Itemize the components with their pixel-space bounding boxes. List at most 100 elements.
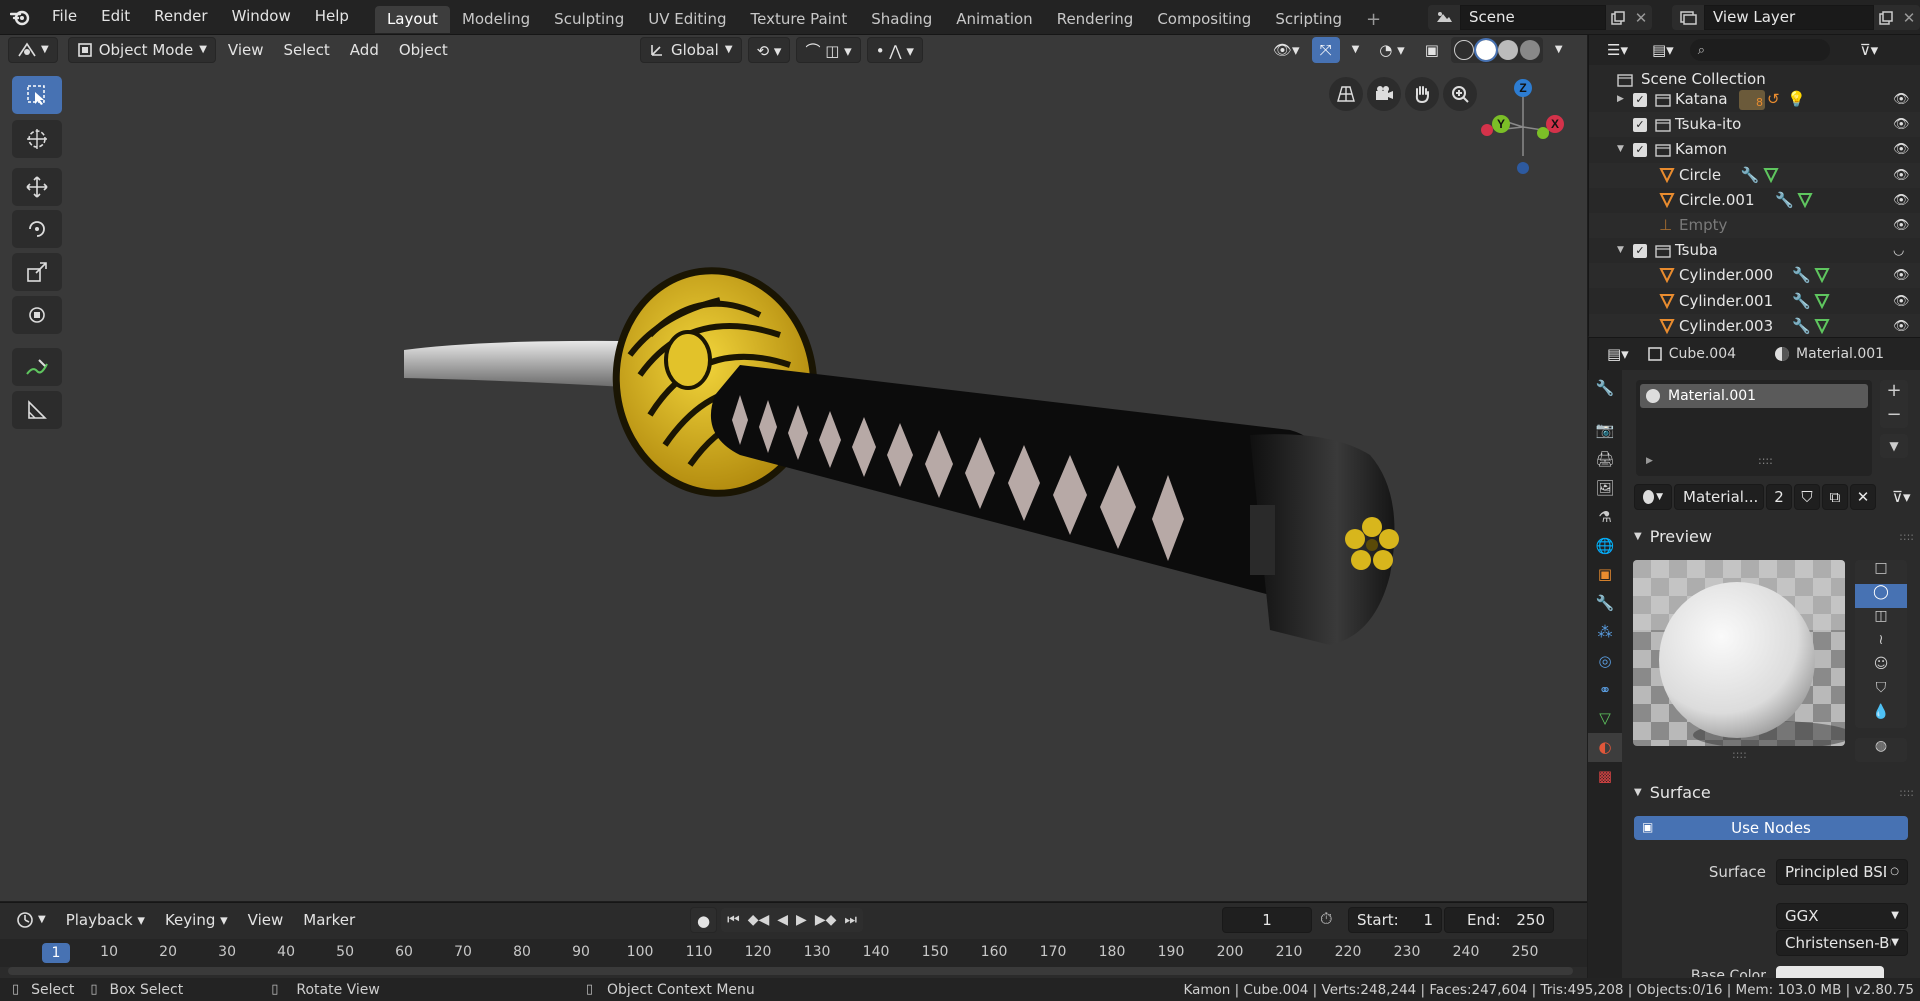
eye-icon[interactable]: 👁 <box>1893 137 1910 162</box>
add-workspace-button[interactable]: + <box>1354 6 1393 33</box>
properties-tab-object-icon[interactable]: ▣ <box>1588 560 1622 589</box>
3d-viewport[interactable] <box>0 35 1587 901</box>
properties-tab-render-icon[interactable]: 📷 <box>1588 416 1622 445</box>
timeline-menu-playback[interactable]: Playback ▾ <box>58 907 153 933</box>
viewport-menu-object[interactable]: Object <box>391 37 456 63</box>
use-nodes-button[interactable]: ▣ Use Nodes <box>1634 816 1908 840</box>
play-reverse-icon[interactable]: ◀ <box>777 912 788 928</box>
distribution-dropdown[interactable]: GGX ▼ <box>1776 903 1908 929</box>
eye-icon[interactable]: 👁 <box>1893 163 1910 188</box>
properties-tab-world-icon[interactable]: 🌐 <box>1588 531 1622 560</box>
material-slot-row[interactable]: Material.001 <box>1640 384 1868 408</box>
properties-tab-constraints-icon[interactable]: ⚭ <box>1588 675 1622 704</box>
outliner-editor-type-icon[interactable]: ☰▾ <box>1599 37 1636 63</box>
stopwatch-icon[interactable]: ⏱ <box>1320 909 1332 929</box>
scene-name-field[interactable]: Scene <box>1460 5 1606 30</box>
outliner-row-cylinder-003[interactable]: Cylinder.003 🔧 👁 <box>1589 313 1920 339</box>
viewport-menu-view[interactable]: View <box>220 37 272 63</box>
eye-icon[interactable]: 👁 <box>1893 112 1910 137</box>
modifier-wrench-icon[interactable]: 🔧 <box>1792 314 1811 339</box>
outliner-row-kamon[interactable]: ▼ ✓ Kamon 👁 <box>1589 137 1920 162</box>
tab-compositing[interactable]: Compositing <box>1145 6 1263 33</box>
outliner-row-katana[interactable]: ▶ ✓ Katana 8 ↺ 💡 👁 <box>1589 87 1920 112</box>
rendered-shading-icon[interactable] <box>1519 40 1540 60</box>
collection-visibility-checkbox[interactable]: ✓ <box>1633 93 1647 107</box>
mesh-data-icon[interactable] <box>1814 267 1830 284</box>
filter-icon[interactable]: ⊽▾ <box>1852 37 1887 63</box>
properties-tab-particles-icon[interactable]: ⁂ <box>1588 618 1622 647</box>
outliner-row-circle[interactable]: Circle 🔧 👁 <box>1589 162 1920 188</box>
camera-view-icon[interactable] <box>1367 77 1401 111</box>
snap-icon[interactable]: ⌒ ◫ ▾ <box>796 37 861 63</box>
preview-flat-icon[interactable]: □ <box>1855 560 1907 584</box>
measure-tool[interactable] <box>12 391 62 429</box>
properties-editor-type-icon[interactable]: ▤▾ <box>1599 341 1637 367</box>
material-users-count[interactable]: 2 <box>1766 484 1792 510</box>
cursor-tool[interactable] <box>12 120 62 158</box>
jump-start-icon[interactable]: ⏮ <box>727 912 740 928</box>
properties-tab-physics-icon[interactable]: ◎ <box>1588 646 1622 675</box>
scene-icon[interactable] <box>1428 5 1460 30</box>
disclosure-triangle-icon[interactable]: ▶ <box>1617 87 1624 112</box>
viewport-menu-select[interactable]: Select <box>276 37 338 63</box>
view-layer-field[interactable]: View Layer <box>1704 5 1874 30</box>
menu-file[interactable]: File <box>40 0 89 35</box>
timeline-menu-view[interactable]: View <box>240 907 292 933</box>
unlink-material-icon[interactable]: ✕ <box>1850 484 1876 510</box>
frame-ruler[interactable]: 1 10 20 30 40 50 60 70 80 90 100 110 120 130 140 150 160… <box>0 939 1587 967</box>
material-slot-list[interactable]: Material.001 ▶ :::: <box>1636 380 1872 476</box>
properties-tab-data-icon[interactable]: ▽ <box>1588 704 1622 733</box>
eye-icon[interactable]: 👁 <box>1893 263 1910 288</box>
subsurface-method-dropdown[interactable]: Christensen-Bu... ▼ <box>1776 930 1908 956</box>
new-view-layer-icon[interactable] <box>1874 5 1898 30</box>
preview-sphere-icon[interactable]: ◯ <box>1855 584 1907 608</box>
properties-tab-material-icon[interactable]: ◐ <box>1588 732 1622 762</box>
end-frame-field[interactable]: End: 250 <box>1444 907 1554 933</box>
record-icon[interactable]: ● <box>690 907 718 933</box>
jump-end-icon[interactable]: ⏭ <box>844 912 857 928</box>
new-scene-icon[interactable] <box>1606 5 1630 30</box>
modifier-wrench-icon[interactable]: 🔧 <box>1792 289 1811 314</box>
delete-scene-icon[interactable]: ✕ <box>1630 5 1652 30</box>
expand-arrow-icon[interactable]: ▶ <box>1646 456 1653 466</box>
menu-help[interactable]: Help <box>303 0 361 35</box>
remove-slot-icon[interactable]: − <box>1880 404 1908 428</box>
material-name-field[interactable]: Material... <box>1674 484 1764 510</box>
slot-menu-icon[interactable]: ▼ <box>1880 434 1908 458</box>
properties-tab-view-layer-icon[interactable]: 🖼 <box>1588 474 1622 503</box>
resize-handle-icon[interactable]: :::: <box>1758 454 1773 467</box>
tab-sculpting[interactable]: Sculpting <box>542 6 636 33</box>
outliner-row-cylinder-000[interactable]: Cylinder.000 🔧 👁 <box>1589 263 1920 289</box>
eye-icon[interactable]: 👁 <box>1893 289 1910 314</box>
surface-panel-header[interactable]: ▼ Surface :::: <box>1634 780 1914 804</box>
tab-rendering[interactable]: Rendering <box>1045 6 1146 33</box>
preview-world-icon[interactable]: ◍ <box>1855 738 1907 762</box>
material-link-icon[interactable]: ⊽▾ <box>1884 484 1919 510</box>
tab-uv-editing[interactable]: UV Editing <box>636 6 738 33</box>
delete-view-layer-icon[interactable]: ✕ <box>1898 5 1920 30</box>
orientation-dropdown[interactable]: Global ▼ <box>640 37 742 63</box>
surface-shader-dropdown[interactable]: Principled BSD ○ <box>1776 859 1908 885</box>
eye-icon[interactable]: ◡ <box>1893 238 1904 263</box>
duplicate-material-icon[interactable]: ⧉ <box>1822 484 1848 510</box>
preview-monkey-icon[interactable]: ☺ <box>1855 656 1907 680</box>
properties-tab-output-icon[interactable]: 🖨 <box>1588 445 1622 474</box>
menu-window[interactable]: Window <box>220 0 303 35</box>
preview-hair-icon[interactable]: ≀ <box>1855 632 1907 656</box>
current-frame-field[interactable]: 1 <box>1222 907 1312 933</box>
display-mode-icon[interactable]: ▤▾ <box>1644 37 1682 63</box>
properties-tab-modifier-icon[interactable]: 🔧 <box>1588 589 1622 618</box>
xray-icon[interactable]: ▣ <box>1417 37 1447 63</box>
navigation-gizmo[interactable]: Z X Y <box>1475 76 1585 181</box>
tab-texture-paint[interactable]: Texture Paint <box>738 6 859 33</box>
annotate-tool[interactable] <box>12 348 62 386</box>
preview-cube-icon[interactable]: ◫ <box>1855 608 1907 632</box>
modifier-wrench-icon[interactable]: 🔧 <box>1775 188 1794 213</box>
modifier-wrench-icon[interactable]: 🔧 <box>1792 263 1811 288</box>
menu-render[interactable]: Render <box>142 0 219 35</box>
preview-resize-handle-icon[interactable]: :::: <box>1732 748 1747 761</box>
pivot-icon[interactable]: ⟲ ▾ <box>747 37 791 63</box>
katana-children-badge[interactable]: 8 <box>1739 90 1765 110</box>
view-layer-selector[interactable]: View Layer ✕ <box>1672 4 1920 31</box>
select-box-tool[interactable] <box>12 76 62 114</box>
